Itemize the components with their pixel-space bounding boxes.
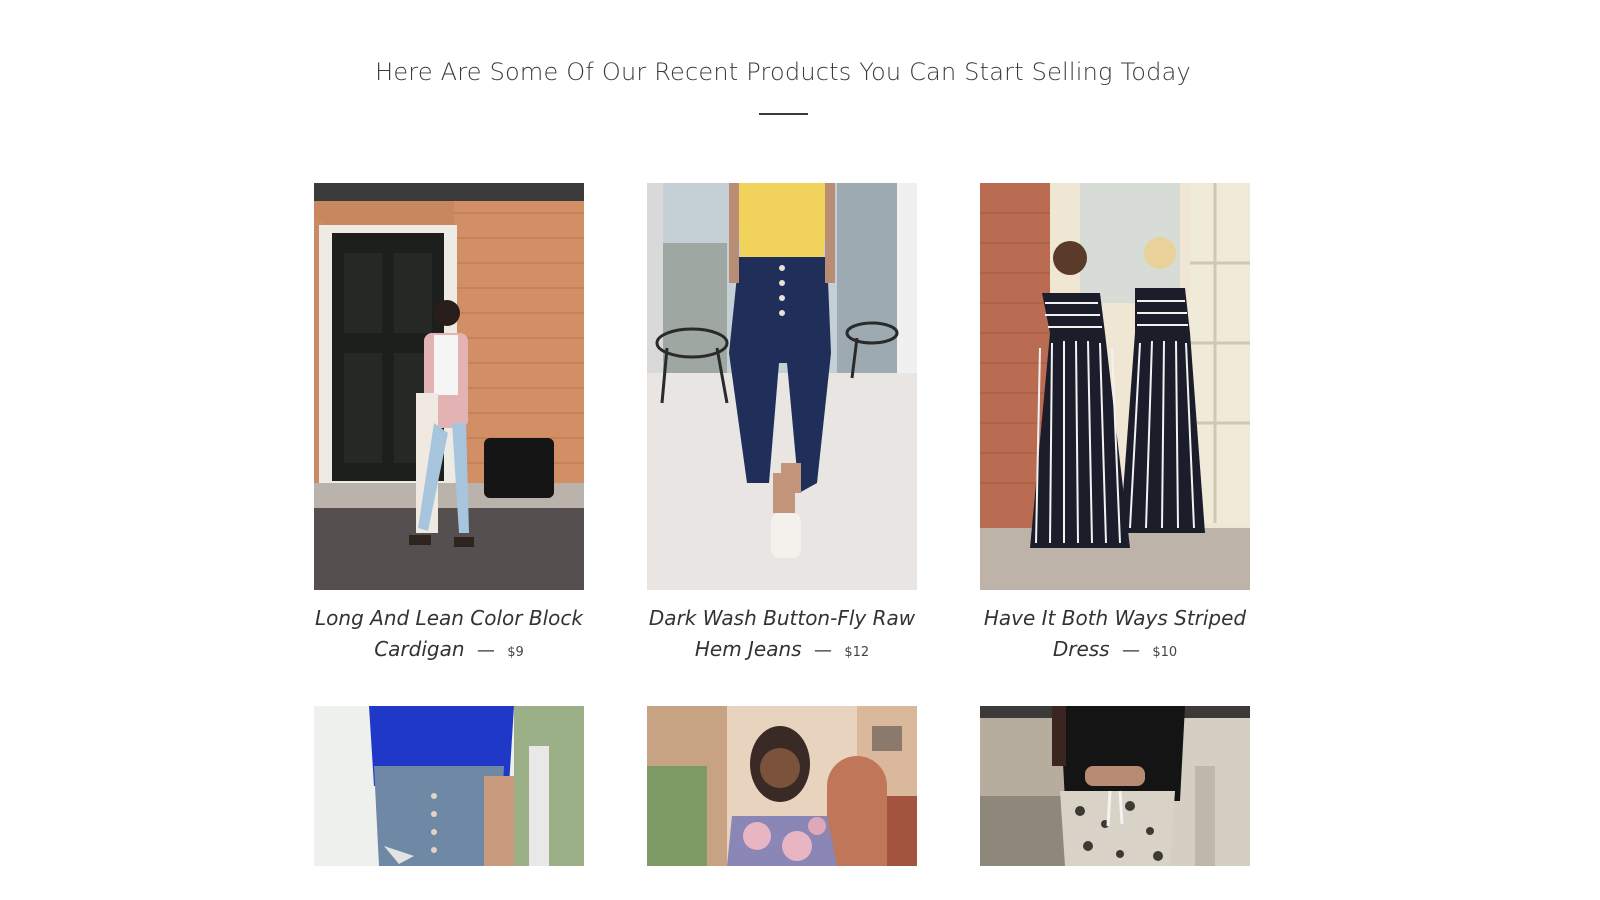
product-photo-icon[interactable]: [980, 183, 1250, 590]
section-title: Here Are Some Of Our Recent Products You…: [375, 58, 1191, 86]
product-photo-icon[interactable]: [647, 706, 917, 866]
product-caption[interactable]: Have It Both Ways Striped Dress — $10: [980, 603, 1250, 668]
product-showcase-page: Here Are Some Of Our Recent Products You…: [0, 0, 1600, 900]
price-separator: —: [813, 640, 832, 661]
product-card[interactable]: Dark Wash Button-Fly Raw Hem Jeans — $12: [647, 183, 917, 668]
product-name[interactable]: Dark Wash Button-Fly Raw Hem Jeans: [649, 606, 915, 661]
product-price: $10: [1152, 645, 1178, 660]
product-price: $9: [507, 645, 524, 660]
product-caption[interactable]: Dark Wash Button-Fly Raw Hem Jeans — $12: [647, 603, 917, 668]
product-card[interactable]: Long And Lean Color Block Cardigan — $9: [314, 183, 584, 668]
product-photo-icon[interactable]: [980, 706, 1250, 866]
product-card[interactable]: [980, 706, 1250, 866]
product-card[interactable]: [314, 706, 584, 866]
product-photo-icon[interactable]: [647, 183, 917, 590]
price-separator: —: [476, 640, 495, 661]
product-caption[interactable]: Long And Lean Color Block Cardigan — $9: [314, 603, 584, 668]
product-photo-icon[interactable]: [314, 706, 584, 866]
product-photo-icon[interactable]: [314, 183, 584, 590]
product-card[interactable]: Have It Both Ways Striped Dress — $10: [980, 183, 1250, 668]
title-divider: [759, 113, 808, 115]
price-separator: —: [1121, 640, 1140, 661]
product-price: $12: [844, 645, 870, 660]
product-card[interactable]: [647, 706, 917, 866]
product-name[interactable]: Have It Both Ways Striped Dress: [984, 606, 1246, 661]
product-name[interactable]: Long And Lean Color Block Cardigan: [315, 606, 583, 661]
